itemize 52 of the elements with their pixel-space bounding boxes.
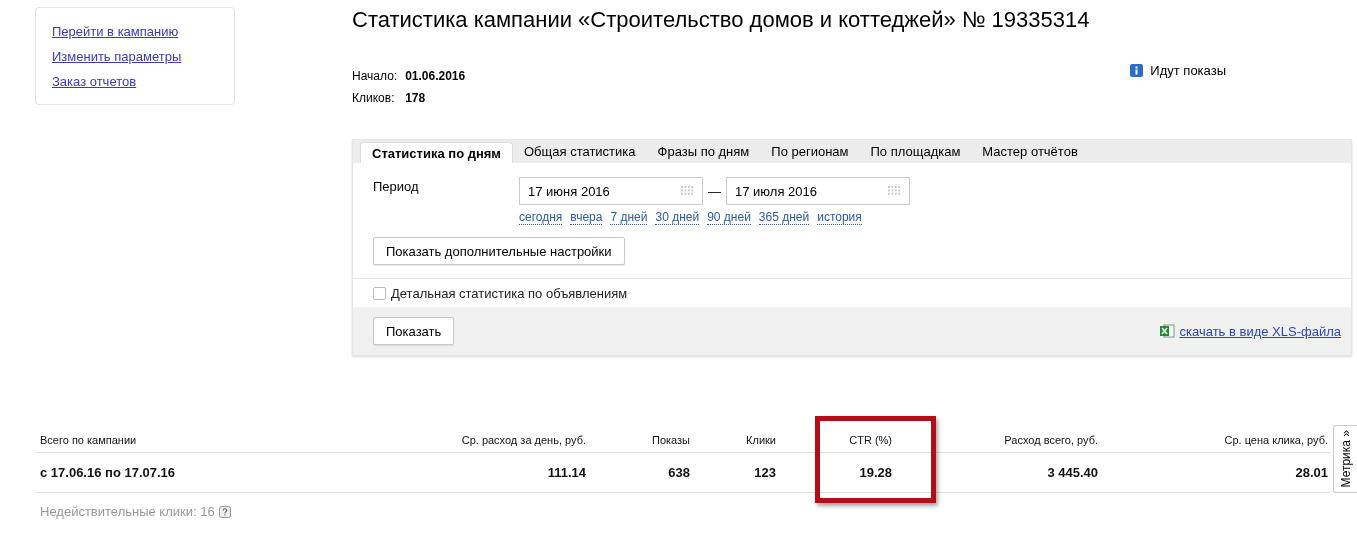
summary-label: Начало: xyxy=(352,69,398,84)
summary-value: 01.06.2016 xyxy=(405,69,466,84)
column-header: Показы xyxy=(650,434,690,446)
sidebar-link[interactable]: Перейти в кампанию xyxy=(52,24,179,40)
column-header: Клики xyxy=(745,434,776,446)
table-cell-text: 3 445.40 xyxy=(1046,465,1098,480)
calendar-icon[interactable] xyxy=(888,186,901,196)
checkbox[interactable] xyxy=(373,286,386,300)
period-preset-link[interactable]: 365 дней xyxy=(758,210,810,225)
table-cell-text: 19.28 xyxy=(858,465,892,480)
info-icon xyxy=(1130,64,1144,77)
tab[interactable]: Мастер отчётов xyxy=(971,140,1089,163)
more-settings-button[interactable]: Показать дополнительные настройки xyxy=(373,237,625,265)
period-label: Период xyxy=(373,179,420,194)
table-cell-text: 638 xyxy=(667,465,690,480)
spreadsheet-icon xyxy=(1159,324,1175,338)
checkbox-label: Детальная статистика по объявлениям xyxy=(391,285,628,301)
table-cell-text: 123 xyxy=(753,465,776,480)
table-cell-text: с 17.06.16 по 17.07.16 xyxy=(39,465,177,480)
column-header: Расход всего, руб. xyxy=(1003,434,1098,446)
summary-value: 178 xyxy=(405,91,427,106)
table-cell-text: 111.14 xyxy=(546,465,586,480)
tab[interactable]: Фразы по дням xyxy=(646,140,761,163)
side-tab[interactable]: Метрика » xyxy=(1333,425,1357,493)
table-cell-text: 28.01 xyxy=(1294,465,1328,480)
tab[interactable]: Общая статистика xyxy=(513,140,647,163)
download-link[interactable]: скачать в виде XLS-файла xyxy=(1179,323,1341,339)
column-header: CTR (%) xyxy=(848,434,892,446)
sidebar-link[interactable]: Изменить параметры xyxy=(52,49,182,65)
calendar-icon[interactable] xyxy=(681,186,694,196)
tab[interactable]: По регионам xyxy=(760,140,860,163)
period-preset-link[interactable]: 7 дней xyxy=(610,210,648,225)
date-field[interactable]: 17 июля 2016 xyxy=(726,177,910,205)
date-field[interactable]: 17 июня 2016 xyxy=(519,177,703,205)
tab[interactable]: По площадкам xyxy=(859,140,972,163)
tab[interactable]: Статистика по дням xyxy=(360,142,513,163)
page-title: Статистика кампании «Строительство домов и коттеджей» № 19335314 xyxy=(352,7,1091,33)
period-preset-link[interactable]: сегодня xyxy=(519,210,563,225)
invalid-clicks-note: Недействительные клики: 16 xyxy=(40,504,215,519)
summary-label: Кликов: xyxy=(352,91,396,106)
show-button[interactable]: Показать xyxy=(373,317,455,345)
column-header: Ср. цена клика, руб. xyxy=(1223,434,1328,446)
period-preset-link[interactable]: история xyxy=(817,210,862,225)
column-header: Ср. расход за день, руб. xyxy=(460,434,586,446)
help-icon[interactable] xyxy=(218,505,231,518)
status-text: Идут показы xyxy=(1150,63,1226,78)
column-header: Всего по кампании xyxy=(39,434,138,446)
period-preset-link[interactable]: 30 дней xyxy=(655,210,700,225)
period-preset-link[interactable]: вчера xyxy=(570,210,603,225)
sidebar-link[interactable]: Заказ отчетов xyxy=(52,74,137,90)
range-dash: — xyxy=(708,183,721,199)
period-preset-link[interactable]: 90 дней xyxy=(707,210,751,225)
